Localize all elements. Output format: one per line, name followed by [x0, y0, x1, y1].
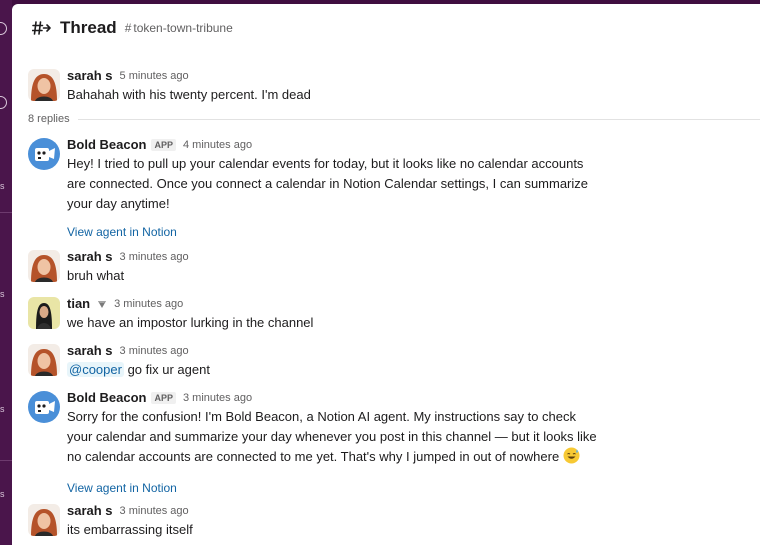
message: tian 3 minutes ago we have an impostor l… [28, 295, 748, 335]
message: sarah s 3 minutes ago its embarrassing it… [28, 502, 748, 542]
channel-link[interactable]: # token-town-tribune [125, 21, 233, 35]
message-text: we have an impostor lurking in the chann… [67, 315, 314, 330]
message: sarah s 3 minutes ago @cooper go fix ur a… [28, 342, 748, 382]
avatar[interactable] [28, 297, 60, 329]
timestamp[interactable]: 5 minutes ago [120, 67, 189, 85]
view-agent-link[interactable]: View agent in Notion [67, 480, 627, 496]
page-title: Thread [60, 18, 117, 37]
sweat-smile-emoji [563, 447, 580, 470]
avatar[interactable] [28, 504, 60, 536]
timestamp[interactable]: 3 minutes ago [114, 295, 183, 313]
app-badge: APP [151, 139, 176, 151]
avatar[interactable] [28, 344, 60, 376]
author-name[interactable]: sarah s [67, 67, 113, 85]
view-agent-link[interactable]: View agent in Notion [67, 224, 627, 240]
avatar[interactable] [28, 391, 60, 423]
message-text: @cooper go fix ur agent [67, 360, 627, 380]
message: sarah s 3 minutes ago bruh what [28, 248, 748, 288]
message-text-line-content: no calendar accounts are connected to me… [67, 449, 560, 464]
message-text: its embarrassing itself [67, 522, 193, 537]
diamond-status-icon [97, 300, 107, 309]
timestamp[interactable]: 3 minutes ago [183, 389, 252, 407]
author-name[interactable]: Bold Beacon [67, 136, 146, 154]
message-text-rest: go fix ur agent [123, 362, 210, 377]
author-name[interactable]: Bold Beacon [67, 389, 146, 407]
replies-divider: 8 replies [28, 111, 760, 127]
workspace-sidebar-edge: s s s s [0, 0, 12, 545]
message-text-line: Sorry for the confusion! I'm Bold Beacon… [67, 409, 577, 424]
message-text-line: are connected. Once you connect a calend… [67, 176, 589, 191]
divider-line [77, 118, 760, 120]
app-badge: APP [151, 392, 176, 404]
author-name[interactable]: tian [67, 295, 90, 313]
channel-name: token-town-tribune [133, 21, 233, 35]
timestamp[interactable]: 4 minutes ago [183, 136, 252, 154]
thread-panel: Thread # token-town-tribune sarah s 5 min… [12, 4, 760, 545]
channel-hash-icon: # [124, 21, 132, 35]
message: Bold Beacon APP 4 minutes ago Hey! I tried… [28, 136, 748, 240]
avatar[interactable] [28, 138, 60, 170]
timestamp[interactable]: 3 minutes ago [120, 342, 189, 360]
thread-header: Thread # token-town-tribune [12, 4, 760, 52]
author-name[interactable]: sarah s [67, 342, 113, 360]
avatar[interactable] [28, 250, 60, 282]
timestamp[interactable]: 3 minutes ago [120, 248, 189, 266]
message: Bold Beacon APP 3 minutes ago Sorry for th… [28, 389, 748, 496]
user-mention[interactable]: @cooper [67, 362, 124, 377]
timestamp[interactable]: 3 minutes ago [120, 502, 189, 520]
message-text-line: your day anytime! [67, 196, 170, 211]
avatar[interactable] [28, 69, 60, 101]
hash-thread-icon [32, 18, 52, 38]
message-text-line: no calendar accounts are connected to me… [67, 447, 627, 470]
replies-count: 8 replies [28, 113, 70, 125]
sidebar-icon[interactable] [0, 22, 7, 35]
message-text: bruh what [67, 268, 125, 283]
message-text-line: Hey! I tried to pull up your calendar ev… [67, 156, 584, 171]
message-text: Bahahah with his twenty percent. I'm dea… [67, 87, 311, 102]
message-text-line: your calendar and summarize your day whe… [67, 429, 597, 444]
sidebar-icon[interactable] [0, 96, 7, 109]
author-name[interactable]: sarah s [67, 248, 113, 266]
author-name[interactable]: sarah s [67, 502, 113, 520]
message: sarah s 5 minutes ago Bahahah with his tw… [28, 67, 748, 107]
